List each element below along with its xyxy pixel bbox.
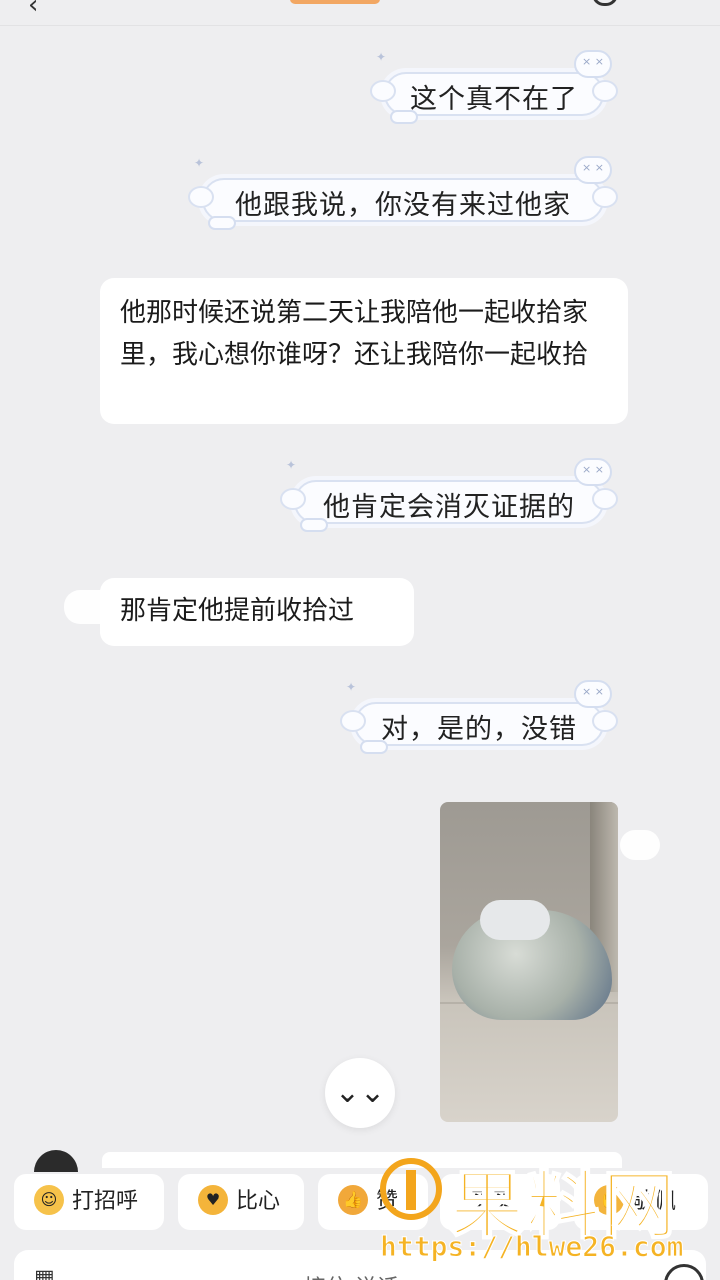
sprite-decoration-icon [574, 680, 612, 708]
input-placeholder: 接住 说话 [304, 1270, 399, 1280]
scroll-to-bottom-button[interactable]: ⌄⌄ [325, 1058, 395, 1128]
message-text: 他那时候还说第二天让我陪他一起收拾家里，我心想你谁呀？还让我陪你一起收拾 [120, 298, 589, 370]
watermark-logo-icon [380, 1158, 442, 1220]
wave-emoji-icon: ☺ [34, 1185, 64, 1215]
star-icon: ✦ [194, 156, 205, 170]
star-icon: ✦ [376, 50, 387, 64]
message-bubble-sent[interactable]: ✦ 对，是的，没错 [340, 680, 618, 756]
title-badge [290, 0, 380, 4]
message-bubble-received[interactable]: 他那时候还说第二天让我陪他一起收拾家里，我心想你谁呀？还让我陪你一起收拾 [100, 278, 628, 424]
watermark: 果料网 https://hlwe26.com [379, 1150, 710, 1270]
grid-icon[interactable]: ▦ [34, 1266, 55, 1280]
menu-icon[interactable] [592, 0, 618, 6]
quick-reply-heart[interactable]: ♥ 比心 [178, 1174, 304, 1230]
image-message[interactable] [440, 802, 618, 1122]
message-text: 那肯定他提前收拾过 [120, 596, 355, 626]
chevron-double-down-icon: ⌄⌄ [334, 1075, 386, 1110]
watermark-url: https://hlwe26.com [379, 1230, 684, 1264]
top-bar: ‹ [0, 0, 720, 26]
sprite-decoration-icon [574, 50, 612, 78]
heart-hands-emoji-icon: ♥ [198, 1185, 228, 1215]
message-text: 对，是的，没错 [381, 714, 577, 745]
redacted-avatar-smudge [620, 830, 660, 860]
sprite-decoration-icon [574, 156, 612, 184]
message-bubble-received[interactable]: 那肯定他提前收拾过 [100, 578, 414, 646]
message-text: 他肯定会消灭证据的 [323, 492, 575, 523]
message-bubble-sent[interactable]: ✦ 他肯定会消灭证据的 [280, 458, 618, 534]
star-icon: ✦ [346, 680, 357, 694]
star-icon: ✦ [286, 458, 297, 472]
message-text: 他跟我说，你没有来过他家 [235, 190, 571, 221]
thumbs-up-emoji-icon: 👍 [338, 1185, 368, 1215]
avatar[interactable] [34, 1150, 78, 1172]
photo-clothes-top [480, 900, 550, 940]
sprite-decoration-icon [574, 458, 612, 486]
back-icon[interactable]: ‹ [28, 0, 38, 20]
message-bubble-sent[interactable]: ✦ 这个真不在了 [370, 50, 618, 126]
message-text: 这个真不在了 [410, 84, 578, 115]
quick-reply-greet[interactable]: ☺ 打招呼 [14, 1174, 164, 1230]
chip-label: 比心 [236, 1189, 281, 1214]
chip-label: 打招呼 [72, 1189, 139, 1214]
message-bubble-sent[interactable]: ✦ 他跟我说，你没有来过他家 [188, 156, 618, 232]
